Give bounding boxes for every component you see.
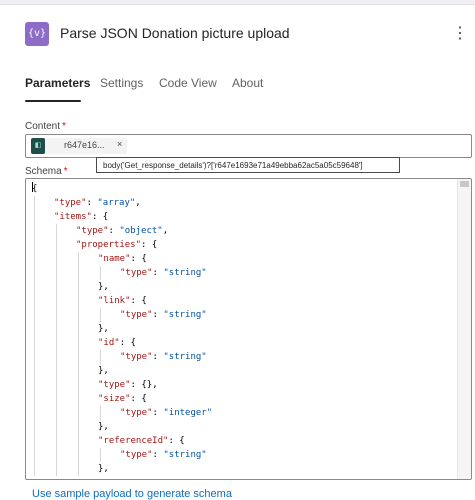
- json-punctuation: : {: [141, 240, 158, 250]
- indent-guide: [100, 308, 101, 322]
- indent-guide: [78, 252, 79, 476]
- json-string: "array": [97, 198, 136, 208]
- json-punctuation: :: [152, 450, 164, 460]
- json-punctuation: : {: [130, 296, 147, 306]
- json-key: "type": [54, 198, 87, 208]
- json-punctuation: },: [98, 464, 109, 474]
- json-key: "type": [120, 268, 153, 278]
- json-key: "type": [76, 226, 109, 236]
- json-key: "type": [98, 380, 131, 390]
- indent-guide: [100, 406, 101, 420]
- token-expression-tooltip: body('Get_response_details')?['r647e1693…: [96, 157, 400, 173]
- generate-schema-link[interactable]: Use sample payload to generate schema: [32, 488, 232, 500]
- json-string: "string": [163, 450, 207, 460]
- code-line: "type": "string": [120, 350, 207, 364]
- code-line: },: [98, 420, 109, 434]
- indent-guide: [56, 224, 57, 476]
- code-line: },: [98, 280, 109, 294]
- json-punctuation: : {: [130, 394, 147, 404]
- json-string: "string": [163, 352, 207, 362]
- remove-token-button[interactable]: ×: [117, 139, 122, 149]
- json-punctuation: :: [152, 408, 164, 418]
- content-label: Content *: [25, 121, 66, 132]
- tab-parameters[interactable]: Parameters: [25, 76, 90, 90]
- json-punctuation: },: [98, 366, 109, 376]
- json-punctuation: : {: [91, 212, 109, 222]
- indent-guide: [100, 266, 101, 280]
- json-punctuation: ,: [135, 198, 141, 208]
- code-line: "items": {: [54, 210, 108, 224]
- code-line: "name": {: [98, 252, 147, 266]
- required-marker: *: [63, 166, 68, 177]
- vertical-scrollbar[interactable]: [457, 179, 471, 479]
- json-punctuation: : {: [130, 254, 147, 264]
- content-label-text: Content: [25, 121, 61, 132]
- code-line: "type": "integer": [120, 406, 212, 420]
- scrollbar-thumb[interactable]: [460, 181, 469, 187]
- json-key: "type": [120, 450, 153, 460]
- indent-guide: [34, 196, 35, 476]
- code-line: "type": {},: [98, 378, 158, 392]
- code-line: "type": "string": [120, 448, 207, 462]
- json-key: "items": [54, 212, 92, 222]
- code-line: "link": {: [98, 294, 147, 308]
- schema-code[interactable]: {"type": "array", "items": {"type": "obje…: [26, 179, 456, 479]
- json-punctuation: : {: [168, 436, 185, 446]
- json-key: "type": [120, 352, 153, 362]
- code-line: "type": "object",: [76, 224, 168, 238]
- more-options-button[interactable]: ⋮: [452, 22, 468, 46]
- sharepoint-icon: ◧: [31, 138, 45, 154]
- tab-about[interactable]: About: [232, 76, 263, 90]
- json-string: "string": [163, 310, 207, 320]
- json-key: "name": [98, 254, 131, 264]
- code-line: },: [98, 322, 109, 336]
- schema-label: Schema *: [25, 166, 68, 177]
- code-line: "properties": {: [76, 238, 157, 252]
- json-punctuation: ,: [162, 226, 169, 236]
- required-marker: *: [62, 121, 66, 132]
- json-punctuation: },: [98, 422, 109, 432]
- schema-label-text: Schema: [25, 166, 62, 177]
- code-line: "referenceId": {: [98, 434, 185, 448]
- schema-editor[interactable]: {"type": "array", "items": {"type": "obje…: [25, 178, 472, 480]
- json-punctuation: :: [86, 198, 98, 208]
- tab-code-view[interactable]: Code View: [159, 76, 217, 90]
- json-key: "size": [98, 394, 131, 404]
- code-line: },: [98, 364, 109, 378]
- json-punctuation: },: [98, 282, 109, 292]
- json-punctuation: :: [108, 226, 120, 236]
- json-key: "properties": [76, 240, 142, 250]
- token-label: r647e16...: [64, 140, 105, 150]
- tab-settings[interactable]: Settings: [100, 76, 143, 90]
- code-line: "type": "string": [120, 308, 207, 322]
- json-punctuation: :: [152, 268, 164, 278]
- json-punctuation: :: [152, 310, 164, 320]
- json-punctuation: },: [98, 324, 109, 334]
- json-punctuation: : {: [119, 338, 136, 348]
- json-string: "object": [119, 226, 163, 236]
- json-key: "type": [120, 310, 153, 320]
- active-tab-indicator: [25, 100, 81, 102]
- content-input[interactable]: ◧ r647e16... ×: [25, 134, 472, 158]
- json-key: "id": [98, 338, 120, 348]
- json-punctuation: : {},: [130, 380, 158, 390]
- code-line: "type": "array",: [54, 196, 141, 210]
- action-title[interactable]: Parse JSON Donation picture upload: [60, 25, 290, 41]
- variable-icon: {v}: [25, 22, 49, 46]
- json-string: "integer": [163, 408, 213, 418]
- json-key: "type": [120, 408, 153, 418]
- indent-guide: [100, 448, 101, 462]
- text-cursor: [32, 182, 33, 192]
- code-line: "id": {: [98, 336, 136, 350]
- code-line: "type": "string": [120, 266, 207, 280]
- json-key: "link": [98, 296, 131, 306]
- indent-guide: [100, 350, 101, 364]
- dynamic-content-token[interactable]: ◧ r647e16... ×: [31, 138, 127, 154]
- action-header: {v} Parse JSON Donation picture upload ⋮: [0, 4, 475, 58]
- code-line: "size": {: [98, 392, 147, 406]
- json-string: "string": [163, 268, 207, 278]
- code-line: },: [98, 462, 109, 476]
- json-punctuation: :: [152, 352, 164, 362]
- json-key: "referenceId": [98, 436, 169, 446]
